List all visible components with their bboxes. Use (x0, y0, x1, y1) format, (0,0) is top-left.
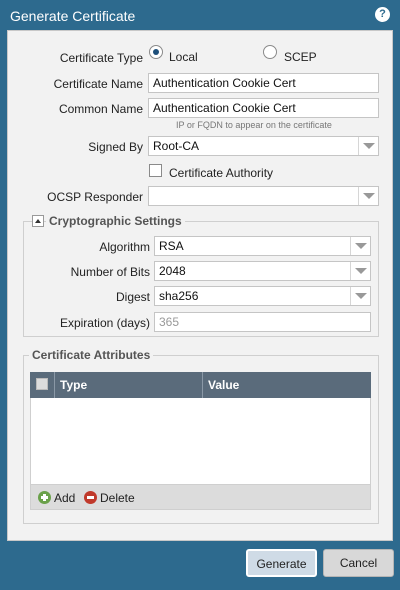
ocsp-select[interactable] (148, 186, 379, 206)
delete-button[interactable]: Delete (100, 491, 135, 505)
expiration-label: Expiration (days) (59, 316, 150, 330)
chevron-down-icon[interactable] (358, 187, 378, 205)
cert-type-scep-label: SCEP (284, 50, 317, 64)
digest-value: sha256 (159, 289, 199, 303)
digest-select[interactable]: sha256 (154, 286, 371, 306)
collapse-icon[interactable] (32, 215, 44, 227)
cert-type-local-radio[interactable] (149, 45, 163, 59)
chevron-down-icon[interactable] (350, 237, 370, 255)
dialog-title-bar: Generate Certificate (0, 0, 400, 30)
column-divider (54, 372, 55, 398)
generate-button[interactable]: Generate (246, 549, 317, 577)
bits-select[interactable]: 2048 (154, 261, 371, 281)
chevron-down-icon[interactable] (358, 137, 378, 155)
algorithm-value: RSA (159, 239, 184, 253)
column-header-value[interactable]: Value (208, 378, 239, 392)
help-icon[interactable]: ? (375, 7, 390, 22)
cert-type-label: Certificate Type (59, 51, 143, 65)
common-name-hint: IP or FQDN to appear on the certificate (176, 120, 332, 130)
delete-icon[interactable] (84, 491, 97, 504)
common-name-input[interactable]: Authentication Cookie Cert (148, 98, 379, 118)
algorithm-label: Algorithm (99, 240, 150, 254)
bits-label: Number of Bits (70, 265, 150, 279)
add-icon[interactable] (38, 491, 51, 504)
chevron-down-icon[interactable] (350, 287, 370, 305)
crypto-settings-legend: Cryptographic Settings (46, 214, 185, 228)
expiration-input[interactable]: 365 (154, 312, 371, 332)
dialog-panel: Certificate Type Local SCEP Certificate … (7, 30, 393, 541)
cert-name-label: Certificate Name (53, 77, 143, 91)
algorithm-select[interactable]: RSA (154, 236, 371, 256)
cert-authority-label: Certificate Authority (169, 166, 274, 180)
chevron-down-icon[interactable] (350, 262, 370, 280)
cert-name-input[interactable]: Authentication Cookie Cert (148, 73, 379, 93)
ocsp-label: OCSP Responder (47, 190, 143, 204)
cert-authority-checkbox[interactable] (149, 164, 162, 177)
add-button[interactable]: Add (54, 491, 75, 505)
signed-by-select[interactable]: Root-CA (148, 136, 379, 156)
bits-value: 2048 (159, 264, 186, 278)
signed-by-value: Root-CA (153, 139, 200, 153)
cert-attributes-legend: Certificate Attributes (29, 348, 154, 362)
digest-label: Digest (115, 290, 150, 304)
cancel-button[interactable]: Cancel (323, 549, 394, 577)
signed-by-label: Signed By (88, 140, 143, 154)
cert-type-local-label: Local (169, 50, 198, 64)
column-header-type[interactable]: Type (60, 378, 87, 392)
dialog-title: Generate Certificate (10, 8, 136, 24)
attributes-table-header: Type Value (30, 372, 371, 398)
common-name-label: Common Name (58, 102, 143, 116)
attributes-table-body (30, 398, 371, 484)
attributes-table-toolbar: Add Delete (30, 484, 371, 510)
cert-type-scep-radio[interactable] (263, 45, 277, 59)
select-all-checkbox[interactable] (36, 378, 48, 390)
column-divider (202, 372, 203, 398)
